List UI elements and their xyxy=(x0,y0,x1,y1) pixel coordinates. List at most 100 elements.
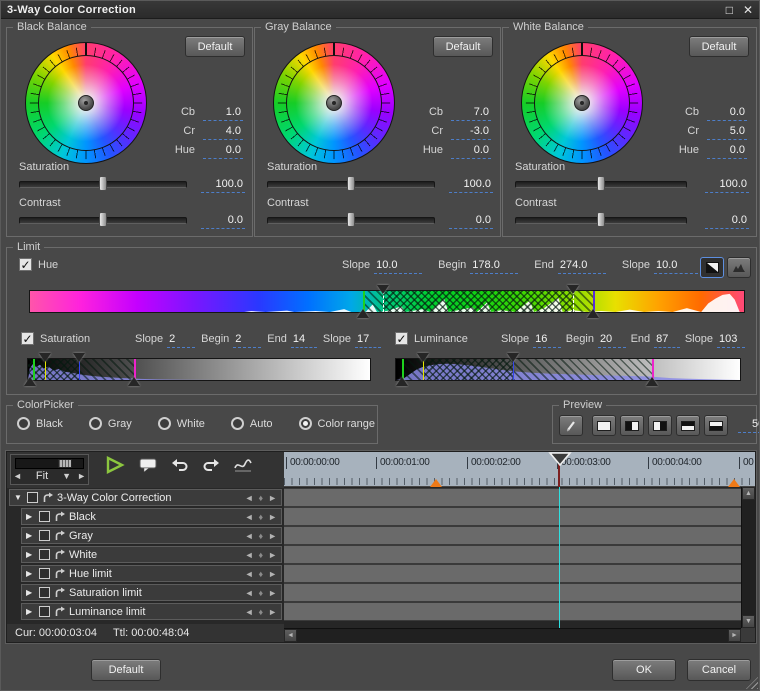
timeline-ruler[interactable]: 00:00:00:00 00:00:01:00 00:00:02:00 00:0… xyxy=(284,452,755,487)
playhead-line-ruler[interactable] xyxy=(558,464,560,487)
fit-dropdown-icon[interactable]: ▼ xyxy=(62,471,71,481)
track-lane[interactable] xyxy=(284,507,741,526)
timeline-marker-icon[interactable] xyxy=(728,479,740,487)
playhead-handle[interactable] xyxy=(548,452,572,466)
hue-end-handle[interactable] xyxy=(567,285,580,294)
expander-closed-icon[interactable]: ▶ xyxy=(26,588,35,597)
prev-keyframe-icon[interactable]: ◄ xyxy=(245,512,254,522)
slope-field[interactable]: 17 xyxy=(355,333,381,348)
radio-icon[interactable] xyxy=(88,417,102,430)
next-keyframe-icon[interactable]: ► xyxy=(268,588,277,598)
add-keyframe-icon[interactable]: ♦ xyxy=(258,531,263,541)
cr-field[interactable]: -3.0 xyxy=(451,125,491,140)
gray-balance-wheel[interactable] xyxy=(273,42,395,164)
expander-closed-icon[interactable]: ▶ xyxy=(26,607,35,616)
hue-slope-right-handle[interactable] xyxy=(587,309,600,318)
comment-button[interactable] xyxy=(138,457,158,473)
radio-icon[interactable] xyxy=(298,417,312,430)
slope-field[interactable]: 2 xyxy=(167,333,196,348)
track-checkbox[interactable] xyxy=(39,587,50,598)
prev-keyframe-icon[interactable]: ◄ xyxy=(245,493,254,503)
contrast-field[interactable]: 0.0 xyxy=(449,214,493,229)
scroll-up-button[interactable]: ▲ xyxy=(742,487,755,500)
prev-keyframe-icon[interactable]: ◄ xyxy=(245,531,254,541)
expander-open-icon[interactable]: ▼ xyxy=(14,493,23,502)
saturation-slider[interactable] xyxy=(267,176,435,191)
track-checkbox[interactable] xyxy=(27,492,38,503)
luminance-begin-handle[interactable] xyxy=(416,353,429,362)
hue-pointer[interactable] xyxy=(85,43,87,55)
end-field[interactable]: 14 xyxy=(290,333,317,348)
preview-zoom-field[interactable]: 50% xyxy=(738,418,759,433)
cancel-button[interactable]: Cancel xyxy=(687,659,751,681)
radio-auto[interactable]: Auto xyxy=(230,417,273,430)
gray-default-button[interactable]: Default xyxy=(433,36,493,57)
luminance-slope-right-handle[interactable] xyxy=(646,377,659,386)
slider-handle[interactable] xyxy=(99,176,107,191)
expander-closed-icon[interactable]: ▶ xyxy=(26,569,35,578)
saturation-limit-checkbox[interactable]: ✓ xyxy=(21,332,34,345)
hue-slope-left-handle[interactable] xyxy=(357,309,370,318)
preview-split-bottom-button[interactable] xyxy=(704,415,728,436)
radio-black[interactable]: Black xyxy=(17,417,63,430)
slope-field[interactable]: 103 xyxy=(716,333,745,348)
radio-icon[interactable] xyxy=(230,417,244,430)
track-row-hue-limit[interactable]: ▶ Hue limit ◄ ♦ ► xyxy=(21,565,282,582)
expander-closed-icon[interactable]: ▶ xyxy=(26,531,35,540)
balance-knob[interactable] xyxy=(78,95,94,111)
saturation-field[interactable]: 100.0 xyxy=(201,178,245,193)
contrast-slider[interactable] xyxy=(515,212,687,227)
black-default-button[interactable]: Default xyxy=(185,36,245,57)
hue-limit-checkbox[interactable]: ✓ xyxy=(19,258,32,271)
next-keyframe-icon[interactable]: ► xyxy=(268,607,277,617)
luminance-slope-left-handle[interactable] xyxy=(395,377,408,386)
track-lane[interactable] xyxy=(284,488,741,507)
slider-handle[interactable] xyxy=(347,212,355,227)
hue-pointer[interactable] xyxy=(333,43,335,55)
reset-arrow-icon[interactable] xyxy=(54,587,65,598)
timeline-zoom-handle[interactable] xyxy=(57,459,72,468)
luminance-end-marker[interactable] xyxy=(512,359,514,380)
cb-field[interactable]: 7.0 xyxy=(451,106,491,121)
cb-field[interactable]: 0.0 xyxy=(707,106,747,121)
reset-arrow-icon[interactable] xyxy=(54,549,65,560)
saturation-slider[interactable] xyxy=(515,176,687,191)
gradient-display-button[interactable] xyxy=(700,257,724,278)
begin-field[interactable]: 20 xyxy=(597,333,626,348)
preview-full-button[interactable] xyxy=(592,415,616,436)
slider-handle[interactable] xyxy=(99,212,107,227)
track-lane[interactable] xyxy=(284,545,741,564)
prev-keyframe-icon[interactable]: ◄ xyxy=(245,569,254,579)
saturation-slope-right-handle[interactable] xyxy=(128,377,141,386)
cr-field[interactable]: 5.0 xyxy=(707,125,747,140)
close-icon[interactable]: ✕ xyxy=(743,4,753,16)
curve-button[interactable] xyxy=(233,457,253,473)
reset-arrow-icon[interactable] xyxy=(42,492,53,503)
white-balance-wheel[interactable] xyxy=(521,42,643,164)
next-keyframe-icon[interactable]: ► xyxy=(268,493,277,503)
reset-arrow-icon[interactable] xyxy=(54,530,65,541)
saturation-end-marker[interactable] xyxy=(79,359,81,380)
maximize-icon[interactable]: □ xyxy=(726,4,733,16)
expander-closed-icon[interactable]: ▶ xyxy=(26,512,35,521)
add-keyframe-icon[interactable]: ♦ xyxy=(258,493,263,503)
reset-arrow-icon[interactable] xyxy=(54,568,65,579)
footer-default-button[interactable]: Default xyxy=(91,659,161,681)
fit-left-icon[interactable]: ◄ xyxy=(13,471,22,481)
reset-arrow-icon[interactable] xyxy=(54,511,65,522)
luminance-begin-marker[interactable] xyxy=(422,359,424,380)
begin-field[interactable]: 2 xyxy=(233,333,262,348)
preview-split-top-button[interactable] xyxy=(676,415,700,436)
track-checkbox[interactable] xyxy=(39,606,50,617)
saturation-end-handle[interactable] xyxy=(73,353,86,362)
track-checkbox[interactable] xyxy=(39,530,50,541)
hue-begin-handle[interactable] xyxy=(376,285,389,294)
slope-field[interactable]: 16 xyxy=(533,333,562,348)
white-default-button[interactable]: Default xyxy=(689,36,749,57)
timeline-tracks[interactable] xyxy=(284,487,741,628)
track-lane[interactable] xyxy=(284,602,741,621)
saturation-slope-left-handle[interactable] xyxy=(23,377,36,386)
radio-white[interactable]: White xyxy=(157,417,205,430)
next-keyframe-icon[interactable]: ► xyxy=(268,531,277,541)
prev-keyframe-icon[interactable]: ◄ xyxy=(245,550,254,560)
